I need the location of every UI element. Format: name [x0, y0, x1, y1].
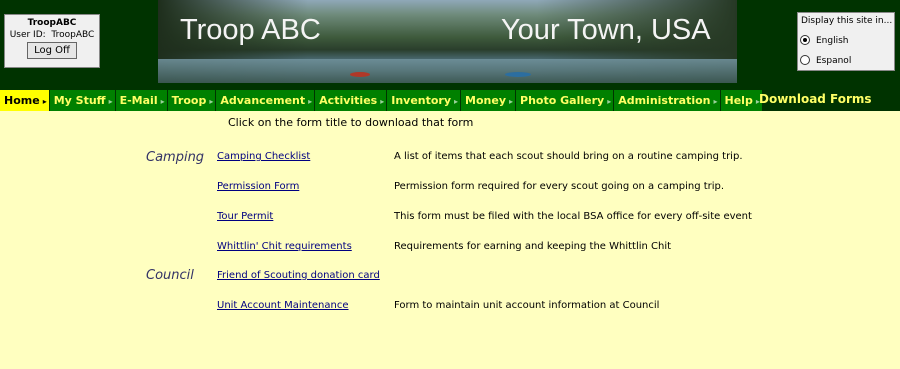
menu-item-label: My Stuff [53, 94, 106, 107]
menu-item-inventory[interactable]: Inventory ▸ [387, 90, 462, 111]
menu-item-email[interactable]: E-Mail ▸ [115, 90, 168, 111]
log-off-button[interactable]: Log Off [27, 42, 77, 59]
form-link-permission-form[interactable]: Permission Form [217, 181, 299, 192]
menu-item-photo-gallery[interactable]: Photo Gallery ▸ [516, 90, 615, 111]
form-description: This form must be filed with the local B… [394, 211, 752, 222]
submenu-arrow-icon: ▸ [380, 97, 385, 106]
banner-river [158, 59, 737, 83]
form-description: Requirements for earning and keeping the… [394, 241, 672, 252]
nav-bar: Home ▸ My Stuff ▸ E-Mail ▸ Troop ▸ Advanceme… [0, 90, 900, 111]
main-menu: Home ▸ My Stuff ▸ E-Mail ▸ Troop ▸ Advanceme… [0, 90, 763, 111]
menu-item-advancement[interactable]: Advancement ▸ [216, 90, 316, 111]
menu-item-money[interactable]: Money ▸ [461, 90, 517, 111]
submenu-arrow-icon: ▸ [509, 97, 514, 106]
language-option-label: Espanol [816, 56, 852, 66]
header-banner: Troop ABC Your Town, USA [158, 0, 737, 83]
form-link-whittlin-chit[interactable]: Whittlin' Chit requirements [217, 241, 352, 252]
menu-item-administration[interactable]: Administration ▸ [614, 90, 721, 111]
user-id-label: User ID: [9, 30, 46, 40]
submenu-arrow-icon: ▸ [607, 97, 612, 106]
canoe-image [505, 72, 531, 77]
submenu-arrow-icon: ▸ [209, 97, 214, 106]
menu-item-my-stuff[interactable]: My Stuff ▸ [49, 90, 116, 111]
form-description: A list of items that each scout should b… [394, 151, 743, 162]
form-description: Form to maintain unit account informatio… [394, 300, 660, 311]
submenu-arrow-icon: ▸ [454, 97, 459, 106]
radio-unselected-icon[interactable] [800, 55, 810, 65]
radio-selected-icon[interactable] [800, 35, 810, 45]
submenu-arrow-icon: ▸ [308, 97, 313, 106]
user-id-value: TroopABC [51, 30, 95, 40]
menu-item-troop[interactable]: Troop ▸ [167, 90, 217, 111]
language-option-english[interactable]: English [800, 35, 849, 46]
form-description: Permission form required for every scout… [394, 181, 725, 192]
category-camping: Camping [146, 150, 205, 165]
banner-town: Your Town, USA [501, 14, 711, 46]
submenu-arrow-icon: ▸ [42, 97, 47, 106]
form-link-unit-account-maintenance[interactable]: Unit Account Maintenance [217, 300, 349, 311]
menu-item-home[interactable]: Home ▸ [0, 90, 50, 111]
site-name: TroopABC [27, 18, 77, 28]
language-option-label: English [816, 36, 849, 46]
menu-item-label: Inventory [391, 94, 452, 107]
form-link-camping-checklist[interactable]: Camping Checklist [217, 151, 310, 162]
user-id-line: User ID: TroopABC [5, 30, 99, 40]
menu-item-label: Help [724, 94, 753, 107]
instruction-text: Click on the form title to download that… [228, 116, 474, 129]
menu-item-label: Home [4, 94, 40, 107]
page-title: Download Forms [759, 92, 872, 106]
canoe-image [350, 72, 370, 77]
form-link-friend-of-scouting[interactable]: Friend of Scouting donation card [217, 270, 380, 281]
login-panel: TroopABC User ID: TroopABC Log Off [4, 14, 100, 68]
banner-title: Troop ABC [180, 14, 321, 46]
menu-item-activities[interactable]: Activities ▸ [315, 90, 388, 111]
language-option-espanol[interactable]: Espanol [800, 55, 852, 66]
menu-item-label: E-Mail [119, 94, 158, 107]
menu-item-label: Troop [171, 94, 207, 107]
menu-item-label: Advancement [220, 94, 306, 107]
menu-item-label: Administration [618, 94, 711, 107]
language-selector: Display this site in... English Espanol [797, 12, 895, 71]
menu-item-label: Photo Gallery [520, 94, 605, 107]
language-heading: Display this site in... [801, 16, 893, 26]
menu-item-help[interactable]: Help ▸ [720, 90, 763, 111]
site-header: TroopABC User ID: TroopABC Log Off Troop… [0, 0, 900, 90]
form-link-tour-permit[interactable]: Tour Permit [217, 211, 273, 222]
submenu-arrow-icon: ▸ [713, 97, 718, 106]
menu-item-label: Activities [319, 94, 378, 107]
submenu-arrow-icon: ▸ [108, 97, 113, 106]
submenu-arrow-icon: ▸ [160, 97, 165, 106]
menu-item-label: Money [465, 94, 507, 107]
category-council: Council [146, 268, 194, 283]
